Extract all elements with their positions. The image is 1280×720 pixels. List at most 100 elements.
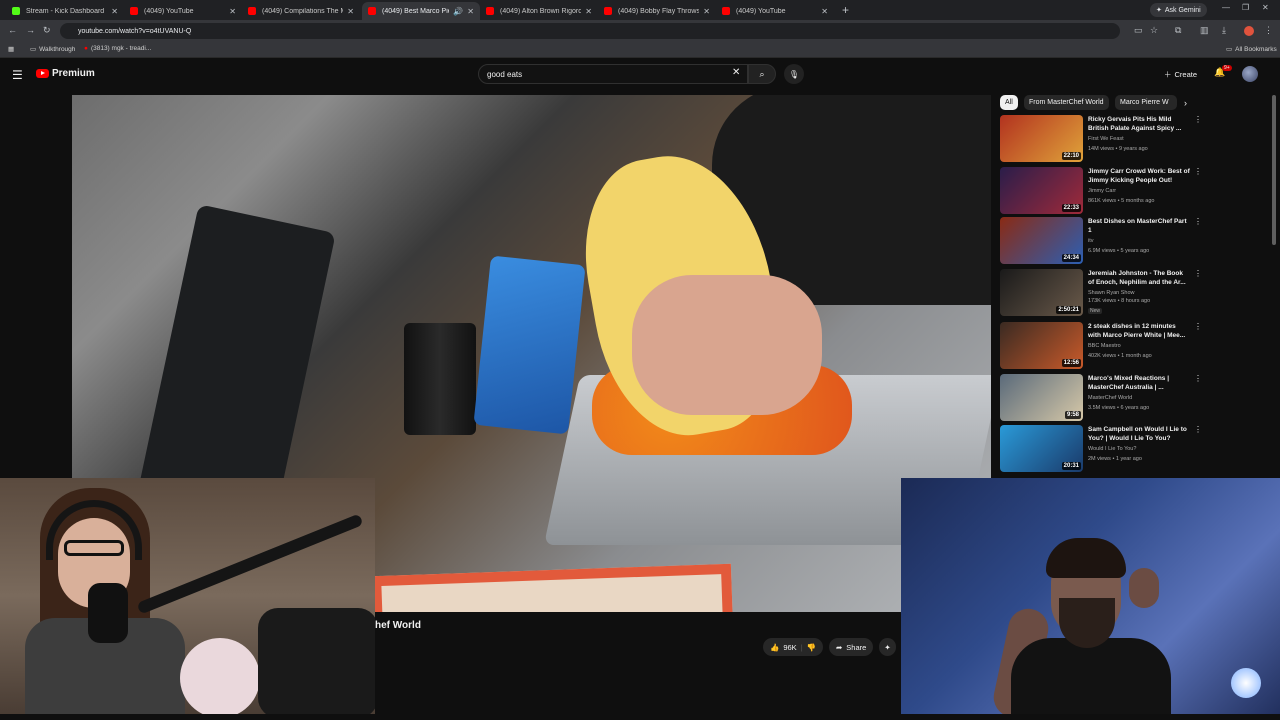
cast-icon[interactable]: ▭ [1134, 25, 1143, 36]
more-options-icon[interactable]: ⋮ [1194, 269, 1202, 278]
scrollbar[interactable] [1272, 95, 1276, 245]
close-tab-icon[interactable]: ✕ [111, 7, 118, 16]
youtube-favicon-icon [486, 7, 494, 15]
all-bookmarks-button[interactable]: ▭ All Bookmarks [1226, 45, 1277, 54]
like-icon[interactable]: 👍 [770, 643, 779, 652]
apps-grid-icon[interactable]: ▦ [8, 45, 14, 53]
close-window-icon[interactable]: ✕ [1262, 3, 1269, 12]
video-meta: 173K views • 8 hours ago [1088, 298, 1151, 304]
recommendation-item[interactable]: 12:56 2 steak dishes in 12 minutes with … [1000, 322, 1205, 372]
channel-name[interactable]: Jimmy Carr [1088, 188, 1116, 194]
address-bar[interactable]: youtube.com/watch?v=o4tUVANU-Q [60, 23, 1120, 39]
search-button[interactable]: ⌕ [748, 64, 776, 84]
video-title[interactable]: Jimmy Carr Crowd Work: Best of Jimmy Kic… [1088, 167, 1190, 185]
video-thumbnail[interactable]: 12:56 [1000, 322, 1083, 369]
video-thumbnail[interactable]: 9:58 [1000, 374, 1083, 421]
youtube-favicon-icon [722, 7, 730, 15]
video-thumbnail[interactable]: 22:33 [1000, 167, 1083, 214]
video-title[interactable]: Best Dishes on MasterChef Part 1 [1088, 217, 1190, 235]
back-arrow-icon[interactable]: ← [8, 25, 17, 35]
close-tab-icon[interactable]: ✕ [821, 7, 828, 16]
tab-title: (4049) Alton Brown Rigorously [500, 7, 582, 15]
recommendation-item[interactable]: 9:58 Marco's Mixed Reactions | MasterChe… [1000, 374, 1205, 424]
tab-youtube[interactable]: (4049) YouTube ✕ [716, 2, 834, 20]
create-button[interactable]: ＋ Create [1158, 66, 1203, 82]
url-text: youtube.com/watch?v=o4tUVANU-Q [78, 27, 192, 35]
more-options-icon[interactable]: ⋮ [1194, 167, 1202, 176]
video-title[interactable]: Ricky Gervais Pits His Mild British Pala… [1088, 115, 1190, 133]
reload-icon[interactable]: ↻ [43, 25, 51, 36]
chevron-right-icon[interactable]: › [1184, 98, 1187, 108]
account-avatar[interactable] [1242, 66, 1258, 82]
close-tab-icon[interactable]: ✕ [703, 7, 710, 16]
bookmark-walkthrough[interactable]: ▭ Walkthrough [30, 45, 75, 54]
gemini-sparkle-icon: ✦ [1156, 7, 1162, 14]
close-tab-icon[interactable]: ✕ [467, 7, 474, 16]
clear-search-icon[interactable]: ✕ [732, 67, 740, 78]
video-thumbnail[interactable]: 24:34 [1000, 217, 1083, 264]
restore-icon[interactable]: ❐ [1242, 3, 1249, 12]
bookmark-mgk[interactable]: ● (3813) mgk - treadi... [84, 45, 151, 52]
menu-kebab-icon[interactable]: ⋮ [1264, 25, 1273, 36]
browser-toolbar: ← → ↻ youtube.com/watch?v=o4tUVANU-Q ▭ ☆… [0, 20, 1280, 42]
share-button[interactable]: ➦ Share [829, 638, 874, 656]
close-tab-icon[interactable]: ✕ [347, 7, 354, 16]
recommendation-item[interactable]: 24:34 Best Dishes on MasterChef Part 1 i… [1000, 217, 1205, 267]
recommendation-item[interactable]: 20:31 Sam Campbell on Would I Lie to You… [1000, 425, 1205, 475]
video-title[interactable]: 2 steak dishes in 12 minutes with Marco … [1088, 322, 1190, 340]
tab-kick-dashboard[interactable]: Stream - Kick Dashboard ✕ [6, 2, 124, 20]
tab-youtube-home[interactable]: (4049) YouTube ✕ [124, 2, 242, 20]
youtube-premium-logo[interactable]: Premium [36, 68, 95, 79]
tab-compilations[interactable]: (4049) Compilations The Moon ✕ [242, 2, 360, 20]
recommendation-item[interactable]: 2:50:21 Jeremiah Johnston - The Book of … [1000, 269, 1205, 319]
minimize-icon[interactable]: — [1222, 3, 1230, 12]
voice-search-button[interactable]: 🎙 [784, 64, 804, 84]
bookmarks-bar: ▦ ▭ Walkthrough ● (3813) mgk - treadi...… [0, 42, 1280, 58]
ask-gemini-button[interactable]: ✦ Ask Gemini [1150, 3, 1207, 17]
hamburger-menu-icon[interactable]: ☰ [12, 68, 23, 82]
more-options-icon[interactable]: ⋮ [1194, 217, 1202, 226]
channel-name[interactable]: hef World [375, 620, 421, 631]
ask-gemini-label: Ask Gemini [1164, 6, 1201, 14]
video-title[interactable]: Marco's Mixed Reactions | MasterChef Aus… [1088, 374, 1190, 392]
channel-name[interactable]: MasterChef World [1088, 395, 1132, 401]
dislike-icon[interactable]: 👎 [807, 643, 816, 652]
video-title[interactable]: Sam Campbell on Would I Lie to You? | Wo… [1088, 425, 1190, 443]
divider: | [800, 642, 803, 652]
more-options-icon[interactable]: ⋮ [1194, 425, 1202, 434]
video-thumbnail[interactable]: 20:31 [1000, 425, 1083, 472]
extensions-icon[interactable]: ⧉ [1175, 25, 1181, 36]
channel-name[interactable]: Shawn Ryan Show [1088, 290, 1134, 296]
chip-all[interactable]: All [1000, 95, 1018, 110]
search-input[interactable]: good eats [478, 64, 748, 84]
tab-marco-pierre-active[interactable]: (4049) Best Marco Pierre W 🔊 ✕ [362, 2, 480, 20]
sidepanel-icon[interactable]: ▥ [1200, 25, 1209, 36]
tab-bobby-flay[interactable]: (4049) Bobby Flay Throws Dow ✕ [598, 2, 716, 20]
video-thumbnail[interactable]: 22:10 [1000, 115, 1083, 162]
like-count[interactable]: 96K [783, 643, 796, 652]
bookmark-star-icon[interactable]: ☆ [1150, 25, 1158, 36]
forward-arrow-icon[interactable]: → [26, 25, 35, 35]
recommendation-item[interactable]: 22:33 Jimmy Carr Crowd Work: Best of Jim… [1000, 167, 1205, 217]
close-tab-icon[interactable]: ✕ [229, 7, 236, 16]
profile-avatar[interactable] [1244, 26, 1254, 36]
channel-name[interactable]: itv [1088, 238, 1094, 244]
close-tab-icon[interactable]: ✕ [585, 7, 592, 16]
new-tab-icon[interactable]: + [842, 3, 849, 17]
video-frame-hand [632, 275, 822, 415]
more-options-icon[interactable]: ⋮ [1194, 115, 1202, 124]
chip-marco-pierre[interactable]: Marco Pierre W [1115, 95, 1177, 110]
recommendation-item[interactable]: 22:10 Ricky Gervais Pits His Mild Britis… [1000, 115, 1205, 165]
speaker-icon[interactable]: 🔊 [453, 7, 463, 16]
more-options-icon[interactable]: ⋮ [1194, 322, 1202, 331]
channel-name[interactable]: Would I Lie To You? [1088, 446, 1136, 452]
video-title[interactable]: Jeremiah Johnston - The Book of Enoch, N… [1088, 269, 1190, 287]
channel-name[interactable]: BBC Maestro [1088, 343, 1121, 349]
channel-name[interactable]: First We Feast [1088, 136, 1124, 142]
ask-ai-button[interactable]: ✦ [879, 638, 896, 656]
tab-alton-brown[interactable]: (4049) Alton Brown Rigorously ✕ [480, 2, 598, 20]
chip-from-masterchef-world[interactable]: From MasterChef World [1024, 95, 1109, 110]
more-options-icon[interactable]: ⋮ [1194, 374, 1202, 383]
download-icon[interactable]: ⤓ [1222, 25, 1226, 36]
video-thumbnail[interactable]: 2:50:21 [1000, 269, 1083, 316]
